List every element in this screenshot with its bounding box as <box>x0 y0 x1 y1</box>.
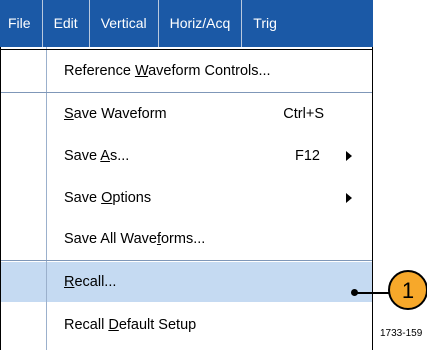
menu-trig[interactable]: Trig <box>242 0 283 47</box>
menu-item-save-options[interactable]: Save Options <box>1 178 372 218</box>
menu-item-label: Reference Waveform Controls... <box>64 63 271 79</box>
menu-separator <box>1 260 372 261</box>
menu-item-save-as[interactable]: Save As... F12 <box>1 136 372 176</box>
menu-item-recall[interactable]: Recall... <box>1 262 372 302</box>
menu-vertical[interactable]: Vertical <box>90 0 159 47</box>
callout-number-badge: 1 <box>388 270 427 310</box>
menu-item-reference-waveform-controls[interactable]: Reference Waveform Controls... <box>1 51 372 91</box>
menu-item-label: Save All Waveforms... <box>64 231 206 247</box>
menu-item-save-all-waveforms[interactable]: Save All Waveforms... <box>1 219 372 259</box>
file-dropdown-menu: Reference Waveform Controls... Save Wave… <box>0 47 373 350</box>
menu-item-label: Save As... <box>64 148 130 164</box>
menu-item-label: Recall Default Setup <box>64 317 197 333</box>
menu-item-label: Save Options <box>64 190 152 206</box>
menu-item-label: Save Waveform <box>64 106 167 122</box>
figure-code: 1733-159 <box>380 328 423 339</box>
menu-edit[interactable]: Edit <box>43 0 90 47</box>
menu-item-label: Recall... <box>64 274 117 290</box>
menu-top-border <box>1 49 372 50</box>
menu-bar: File Edit Vertical Horiz/Acq Trig <box>0 0 373 47</box>
submenu-arrow-icon <box>346 193 352 203</box>
highlight-gutter <box>1 262 47 302</box>
submenu-arrow-icon <box>346 151 352 161</box>
menu-item-shortcut: Ctrl+S <box>283 106 324 122</box>
menu-item-save-waveform[interactable]: Save Waveform Ctrl+S <box>1 94 372 134</box>
menu-file[interactable]: File <box>0 0 43 47</box>
menu-item-recall-default-setup[interactable]: Recall Default Setup <box>1 305 372 345</box>
menu-separator <box>1 92 372 93</box>
menu-item-shortcut: F12 <box>295 148 320 164</box>
menu-horiz-acq[interactable]: Horiz/Acq <box>159 0 243 47</box>
callout-leader-dot <box>351 289 358 296</box>
